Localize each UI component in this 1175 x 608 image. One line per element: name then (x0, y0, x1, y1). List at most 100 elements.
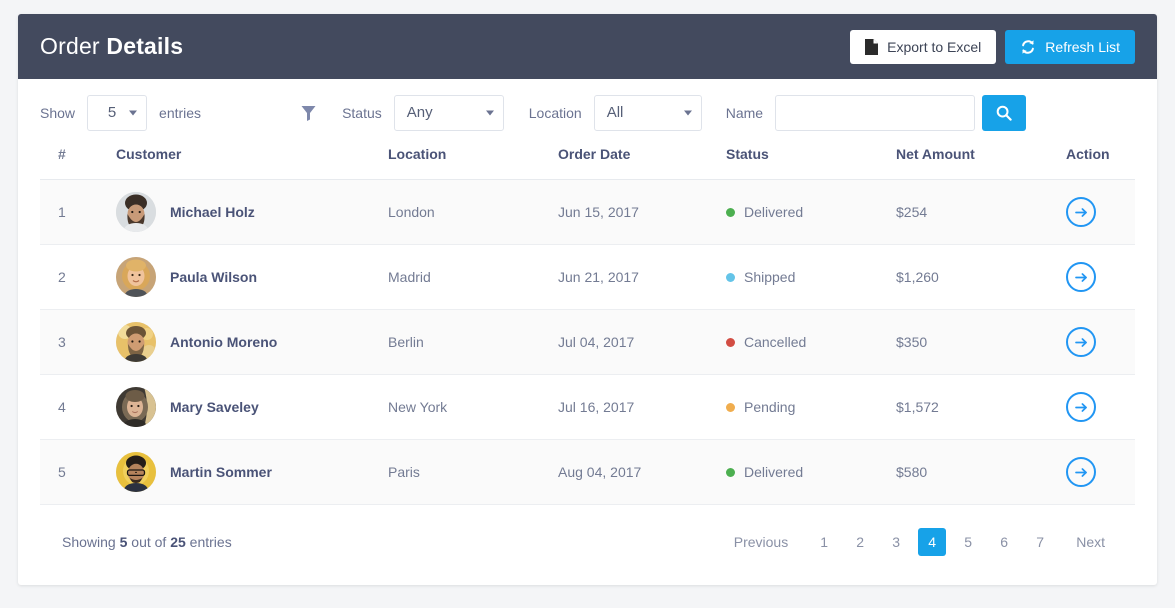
status-select-wrap: Any (394, 95, 504, 131)
showing-entries-text: Showing 5 out of 25 entries (62, 534, 232, 550)
status-label: Shipped (744, 269, 795, 285)
table-row[interactable]: 3Antonio MorenoBerlinJul 04, 2017Cancell… (40, 310, 1135, 375)
location-select[interactable]: All (594, 95, 702, 131)
status-label: Pending (744, 399, 795, 415)
showing-suffix: entries (186, 534, 232, 550)
cell-order-date: Jul 16, 2017 (558, 375, 726, 440)
table-toolbar: Show 5 entries Status Any Location All (18, 79, 1157, 146)
status-select[interactable]: Any (394, 95, 504, 131)
document-icon (865, 39, 878, 55)
cell-net-amount: $350 (896, 310, 1066, 375)
cell-customer: Michael Holz (116, 180, 388, 245)
cell-index: 2 (40, 245, 116, 310)
page-title-bold: Details (106, 33, 183, 59)
table-row[interactable]: 4Mary SaveleyNew YorkJul 16, 2017 Pending… (40, 375, 1135, 440)
cell-status: Delivered (726, 180, 896, 245)
page-title-thin: Order (40, 33, 106, 59)
customer-name: Martin Sommer (170, 464, 272, 480)
status-filter-label: Status (342, 105, 382, 121)
pagination-page-3[interactable]: 3 (882, 528, 910, 556)
cell-status: Cancelled (726, 310, 896, 375)
status-label: Cancelled (744, 334, 806, 350)
refresh-list-button[interactable]: Refresh List (1005, 30, 1135, 64)
cell-status: Delivered (726, 440, 896, 505)
cell-status: Pending (726, 375, 896, 440)
page-title: Order Details (40, 33, 183, 60)
cell-order-date: Aug 04, 2017 (558, 440, 726, 505)
arrow-right-icon (1074, 400, 1089, 415)
table-header-row: # Customer Location Order Date Status Ne… (40, 146, 1135, 180)
status-label: Delivered (744, 464, 803, 480)
status-select-value: Any (407, 104, 433, 121)
table-footer: Showing 5 out of 25 entries Previous 1234… (40, 505, 1135, 556)
search-button[interactable] (982, 95, 1026, 131)
cell-location: Madrid (388, 245, 558, 310)
cell-customer: Antonio Moreno (116, 310, 388, 375)
location-select-wrap: All (594, 95, 702, 131)
status-label: Delivered (744, 204, 803, 220)
view-order-button[interactable] (1066, 392, 1096, 422)
pagination-page-4[interactable]: 4 (918, 528, 946, 556)
table-row[interactable]: 2Paula WilsonMadridJun 21, 2017Shipped$1… (40, 245, 1135, 310)
location-filter-label: Location (529, 105, 582, 121)
col-header-location: Location (388, 146, 558, 180)
view-order-button[interactable] (1066, 457, 1096, 487)
cell-location: New York (388, 375, 558, 440)
view-order-button[interactable] (1066, 327, 1096, 357)
pagination-page-5[interactable]: 5 (954, 528, 982, 556)
col-header-index: # (40, 146, 116, 180)
pagination-next[interactable]: Next (1068, 528, 1113, 556)
cell-index: 1 (40, 180, 116, 245)
table-row[interactable]: 1Michael HolzLondonJun 15, 2017Delivered… (40, 180, 1135, 245)
cell-order-date: Jul 04, 2017 (558, 310, 726, 375)
arrow-right-icon (1074, 465, 1089, 480)
pagination-previous[interactable]: Previous (726, 528, 796, 556)
pagination-page-6[interactable]: 6 (990, 528, 1018, 556)
cell-action (1066, 245, 1135, 310)
view-order-button[interactable] (1066, 262, 1096, 292)
export-to-excel-button[interactable]: Export to Excel (850, 30, 996, 64)
show-label: Show (40, 105, 75, 121)
refresh-icon (1020, 39, 1036, 55)
avatar (116, 387, 156, 427)
export-to-excel-label: Export to Excel (887, 39, 981, 55)
table-body: 1Michael HolzLondonJun 15, 2017Delivered… (40, 180, 1135, 505)
customer-name: Paula Wilson (170, 269, 257, 285)
col-header-customer: Customer (116, 146, 388, 180)
pagination-page-2[interactable]: 2 (846, 528, 874, 556)
showing-prefix: Showing (62, 534, 120, 550)
cell-customer: Martin Sommer (116, 440, 388, 505)
page-size-select[interactable]: 5 (87, 95, 147, 131)
col-header-net-amount: Net Amount (896, 146, 1066, 180)
filter-funnel-icon (301, 105, 316, 121)
cell-customer: Mary Saveley (116, 375, 388, 440)
cell-index: 5 (40, 440, 116, 505)
col-header-action: Action (1066, 146, 1135, 180)
cell-net-amount: $254 (896, 180, 1066, 245)
cell-action (1066, 375, 1135, 440)
table-head: # Customer Location Order Date Status Ne… (40, 146, 1135, 180)
pagination-page-7[interactable]: 7 (1026, 528, 1054, 556)
orders-table-wrap: # Customer Location Order Date Status Ne… (18, 146, 1157, 556)
view-order-button[interactable] (1066, 197, 1096, 227)
avatar (116, 192, 156, 232)
cell-location: London (388, 180, 558, 245)
cell-location: Paris (388, 440, 558, 505)
header-actions: Export to Excel Refresh List (850, 30, 1135, 64)
refresh-list-label: Refresh List (1045, 39, 1120, 55)
card-header: Order Details Export to Excel (18, 14, 1157, 79)
page-size-value: 5 (108, 104, 116, 121)
arrow-right-icon (1074, 335, 1089, 350)
pagination-page-1[interactable]: 1 (810, 528, 838, 556)
cell-index: 4 (40, 375, 116, 440)
avatar (116, 322, 156, 362)
orders-table: # Customer Location Order Date Status Ne… (40, 146, 1135, 505)
table-row[interactable]: 5 Martin Sommer ParisAug 04, 2017 Delivered… (40, 440, 1135, 505)
name-filter-label: Name (726, 105, 763, 121)
col-header-status: Status (726, 146, 896, 180)
entries-label: entries (159, 105, 201, 121)
customer-name: Antonio Moreno (170, 334, 277, 350)
name-search-input[interactable] (775, 95, 975, 131)
showing-total: 25 (170, 534, 186, 550)
page-size-select-wrap: 5 (87, 95, 147, 131)
